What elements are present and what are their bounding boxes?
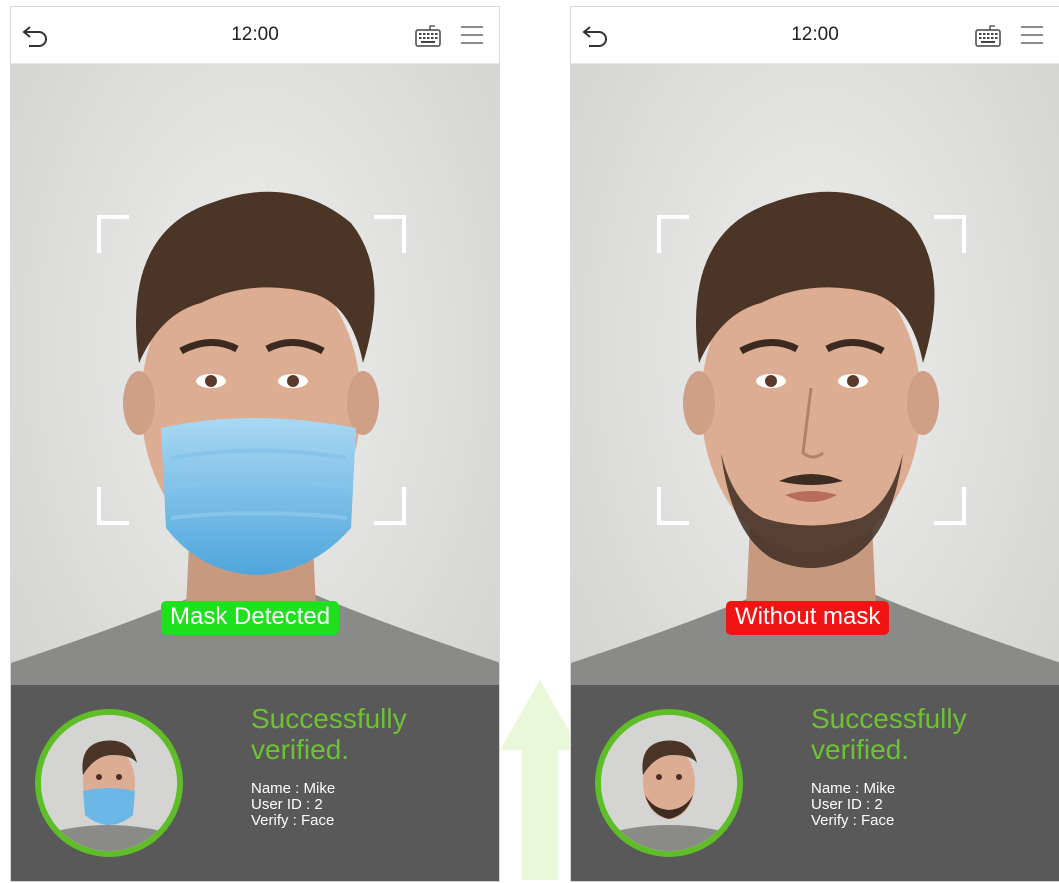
verify-mode: Verify : Face bbox=[251, 812, 335, 829]
menu-icon[interactable] bbox=[459, 24, 485, 46]
status-bar: 12:00 bbox=[11, 7, 499, 64]
menu-icon[interactable] bbox=[1019, 24, 1045, 46]
without-mask-label: Without mask bbox=[726, 601, 890, 635]
face-frame-corner bbox=[657, 215, 689, 253]
face-frame-corner bbox=[374, 487, 406, 525]
face-frame-corner bbox=[97, 487, 129, 525]
green-arrow-icon bbox=[500, 680, 580, 880]
face-frame-corner bbox=[374, 215, 406, 253]
verification-status: Successfully verified. bbox=[251, 703, 407, 765]
user-info: Name : Mike User ID : 2 Verify : Face bbox=[251, 781, 335, 829]
face-frame-corner bbox=[657, 487, 689, 525]
verification-panel: Successfully verified. Name : Mike User … bbox=[11, 685, 499, 881]
user-id: User ID : 2 bbox=[251, 796, 323, 813]
mask-detected-label: Mask Detected bbox=[161, 601, 340, 635]
face-frame-corner bbox=[934, 215, 966, 253]
verify-mode: Verify : Face bbox=[811, 812, 895, 829]
user-name: Name : Mike bbox=[811, 780, 896, 797]
device-screen-no-mask: 12:00 Without mask Successfully verified… bbox=[570, 6, 1059, 882]
status-bar: 12:00 bbox=[571, 7, 1059, 64]
face-frame-corner bbox=[97, 215, 129, 253]
user-id: User ID : 2 bbox=[811, 796, 883, 813]
face-frame-corner bbox=[934, 487, 966, 525]
avatar bbox=[35, 709, 183, 857]
user-info: Name : Mike User ID : 2 Verify : Face bbox=[811, 781, 895, 829]
verification-panel: Successfully verified. Name : Mike User … bbox=[571, 685, 1059, 881]
verification-status: Successfully verified. bbox=[811, 703, 967, 765]
user-name: Name : Mike bbox=[251, 780, 336, 797]
device-screen-mask: 12:00 Mask Detected Successfully verifie… bbox=[10, 6, 500, 882]
keyboard-icon[interactable] bbox=[415, 25, 441, 47]
avatar bbox=[595, 709, 743, 857]
keyboard-icon[interactable] bbox=[975, 25, 1001, 47]
